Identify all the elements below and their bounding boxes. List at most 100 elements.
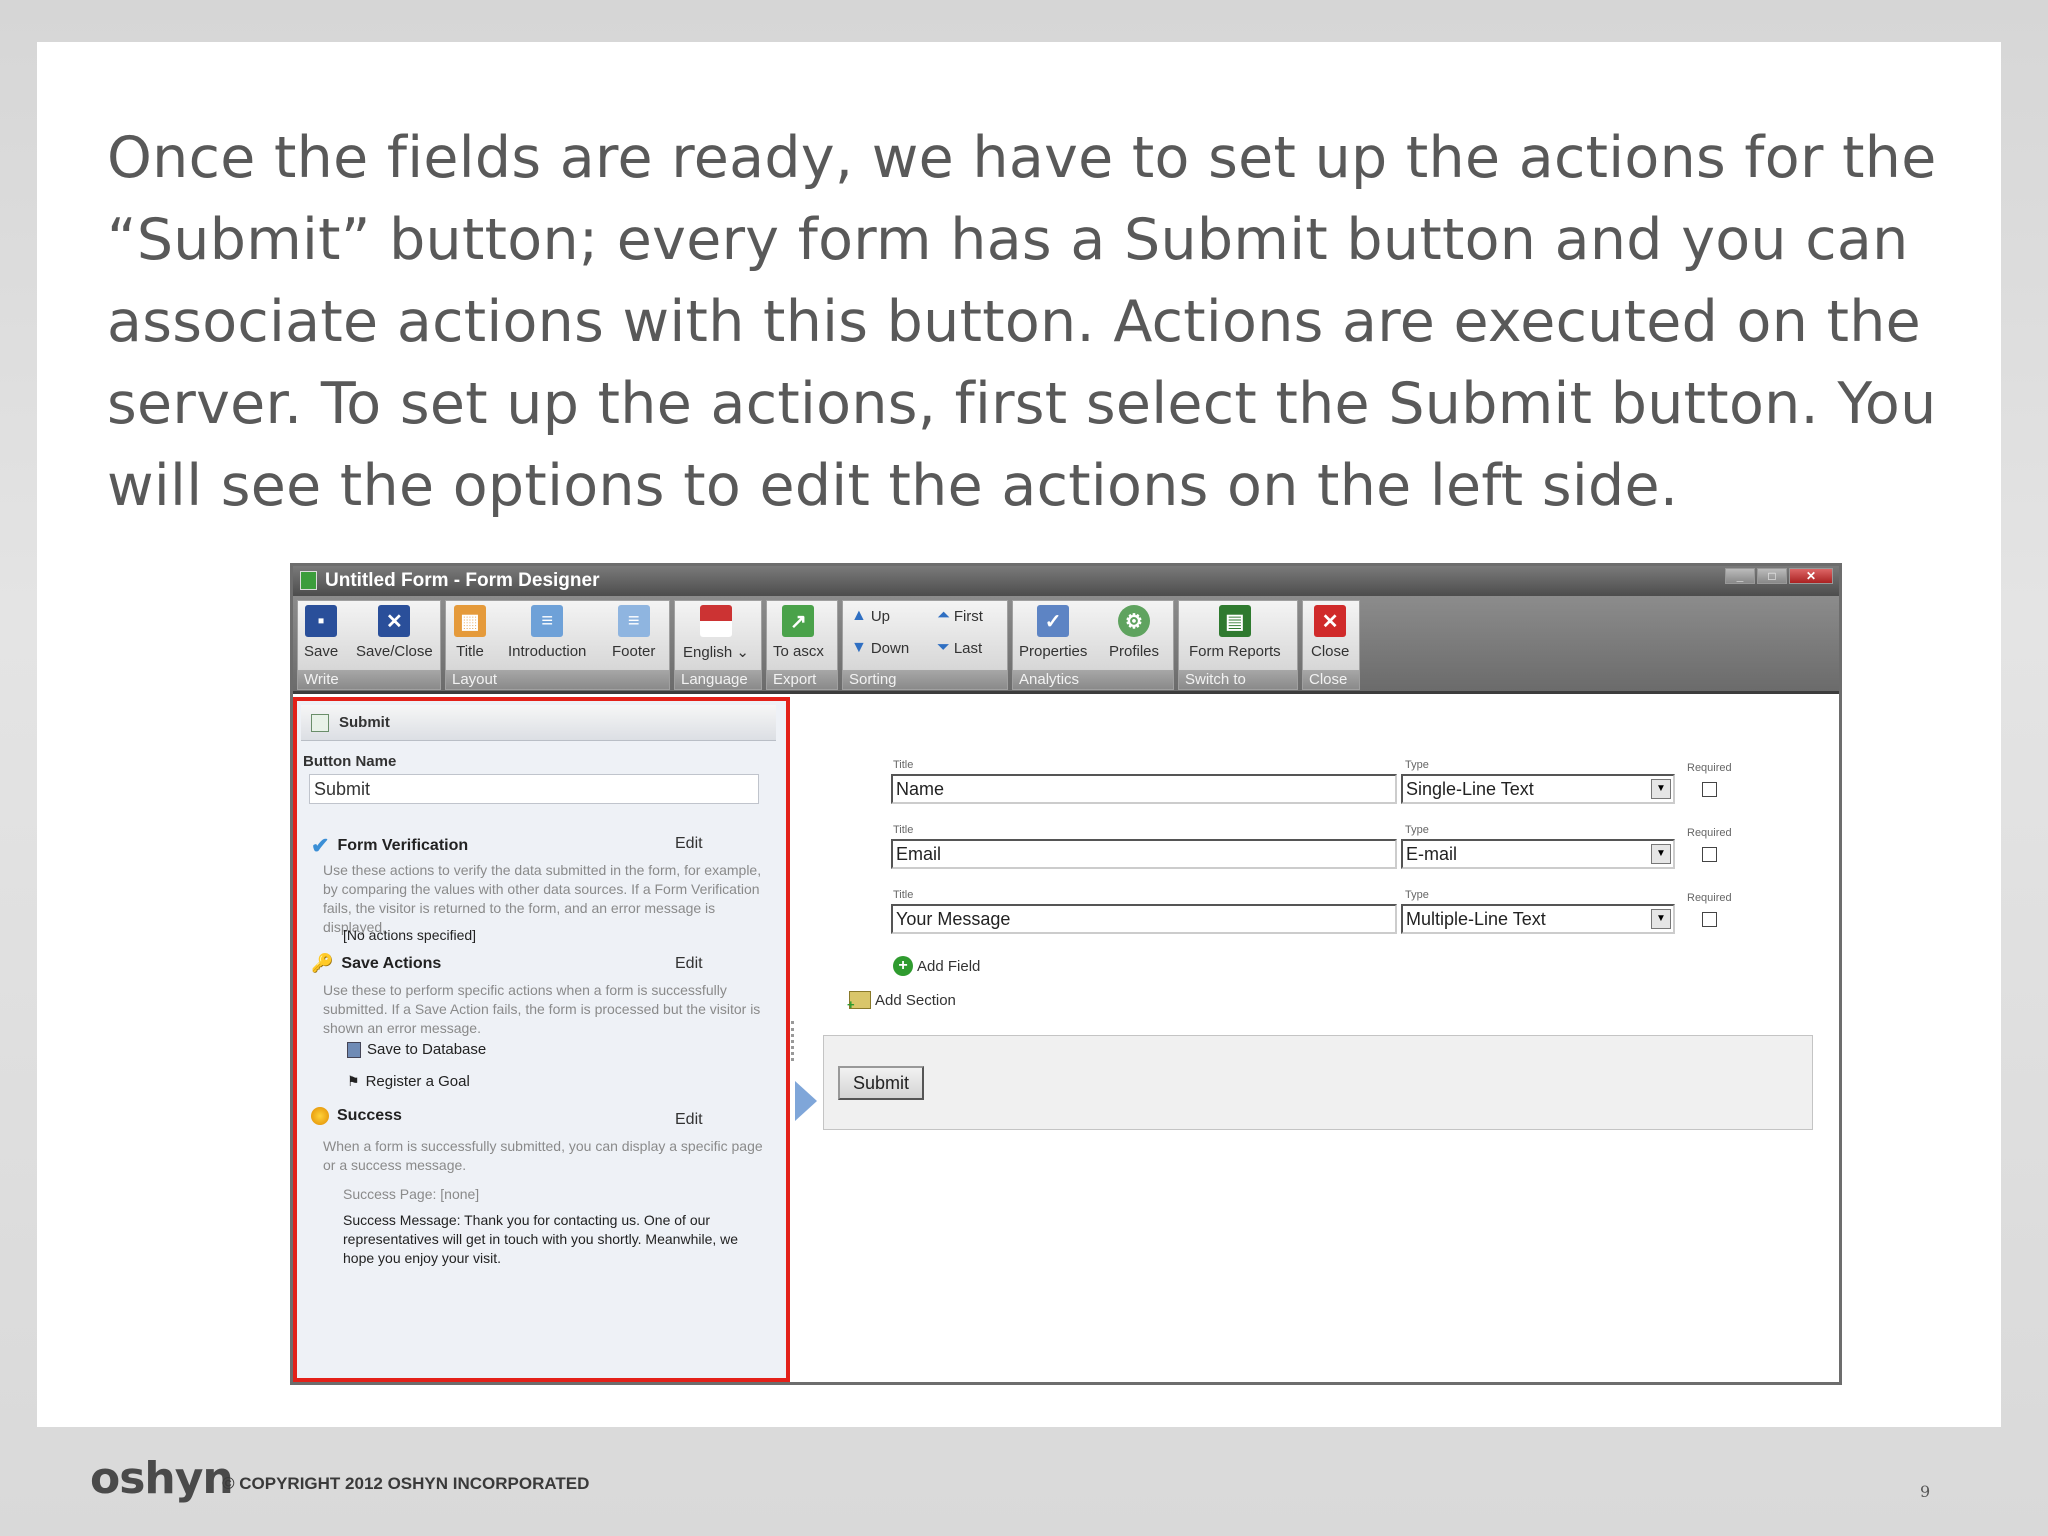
- submit-button[interactable]: Submit: [838, 1066, 924, 1100]
- export-icon: ↗: [782, 605, 815, 637]
- save-close-icon: ✕: [378, 605, 411, 637]
- arrow-up-icon: ▲: [851, 607, 867, 624]
- add-section-icon: [847, 991, 871, 1012]
- arrow-down-icon: ▼: [851, 639, 867, 656]
- footer-button[interactable]: ≡ Footer: [612, 605, 655, 660]
- save-actions-title: 🔑 Save Actions: [311, 953, 442, 973]
- close-window-button[interactable]: ✕: [1789, 568, 1833, 584]
- add-icon: +: [893, 956, 913, 976]
- button-name-input[interactable]: Submit: [309, 774, 759, 804]
- footer-icon: ≡: [617, 605, 650, 637]
- field-title-label: Title: [893, 889, 914, 901]
- field-type-select-name[interactable]: Single-Line Text ▼: [1401, 774, 1675, 804]
- add-field-link[interactable]: + Add Field: [893, 956, 980, 976]
- close-icon: ✕: [1314, 605, 1347, 637]
- chevron-down-icon: ▼: [1651, 779, 1671, 799]
- field-required-label: Required: [1687, 762, 1732, 774]
- submit-button-icon: [311, 714, 329, 732]
- sort-down-button[interactable]: ▼ Down: [851, 639, 909, 657]
- ribbon-group-write: ▪ Save ✕ Save/Close Write: [297, 600, 441, 690]
- required-checkbox-message[interactable]: [1702, 912, 1717, 927]
- field-type-select-email[interactable]: E-mail ▼: [1401, 839, 1675, 869]
- double-arrow-up-icon: ⏶: [937, 607, 950, 624]
- register-goal-action[interactable]: ⚑ Register a Goal: [347, 1073, 470, 1090]
- submit-section: Submit: [823, 1035, 1813, 1130]
- save-icon: ▪: [305, 605, 338, 637]
- copyright-text: © COPYRIGHT 2012 OSHYN INCORPORATED: [222, 1474, 590, 1493]
- group-label-analytics: Analytics: [1013, 670, 1173, 689]
- form-verification-description: Use these actions to verify the data sub…: [323, 862, 762, 935]
- title-button[interactable]: ▦ Title: [454, 605, 486, 660]
- field-type-label: Type: [1405, 889, 1429, 901]
- group-label-export: Export: [767, 670, 837, 689]
- success-page: Success Page: [none]: [343, 1186, 480, 1202]
- key-icon: 🔑: [311, 953, 334, 973]
- profiles-button[interactable]: ⚙ Profiles: [1109, 605, 1159, 660]
- sort-first-button[interactable]: ⏶ First: [937, 607, 983, 625]
- save-actions-edit-link[interactable]: Edit: [675, 955, 703, 973]
- field-title-label: Title: [893, 759, 914, 771]
- group-label-layout: Layout: [446, 670, 669, 689]
- maximize-button[interactable]: □: [1757, 568, 1787, 584]
- app-icon: [300, 571, 317, 590]
- required-checkbox-name[interactable]: [1702, 782, 1717, 797]
- title-icon: ▦: [454, 605, 486, 637]
- double-arrow-down-icon: ⏷: [937, 639, 950, 656]
- panel-splitter-handle[interactable]: [791, 1021, 797, 1061]
- form-reports-button[interactable]: ▤ Form Reports: [1189, 605, 1281, 660]
- success-title: Success: [311, 1107, 402, 1125]
- panel-header: Submit: [301, 705, 776, 741]
- field-type-select-message[interactable]: Multiple-Line Text ▼: [1401, 904, 1675, 934]
- save-actions-description: Use these to perform specific actions wh…: [323, 982, 761, 1036]
- minimize-button[interactable]: _: [1725, 568, 1755, 584]
- field-title-input-message[interactable]: Your Message: [891, 904, 1397, 934]
- success-description: When a form is successfully submitted, y…: [323, 1138, 763, 1173]
- field-required-label: Required: [1687, 892, 1732, 904]
- add-section-link[interactable]: Add Section: [847, 991, 956, 1012]
- field-type-label: Type: [1405, 824, 1429, 836]
- properties-button[interactable]: ✓ Properties: [1019, 605, 1087, 660]
- button-name-label: Button Name: [303, 753, 397, 770]
- form-designer-window: Untitled Form - Form Designer _ □ ✕ ▪ Sa…: [290, 563, 1842, 1385]
- introduction-icon: ≡: [531, 605, 564, 637]
- form-reports-icon: ▤: [1218, 605, 1251, 637]
- save-button[interactable]: ▪ Save: [304, 605, 338, 660]
- profiles-icon: ⚙: [1118, 605, 1151, 637]
- form-verification-title: ✔ Form Verification: [311, 833, 469, 858]
- selection-arrow-icon: [795, 1081, 817, 1121]
- checkmark-icon: ✔: [311, 833, 330, 858]
- field-type-label: Type: [1405, 759, 1429, 771]
- ribbon-group-switch: ▤ Form Reports Switch to: [1178, 600, 1298, 690]
- group-label-sorting: Sorting: [843, 670, 1007, 689]
- no-actions-note: [No actions specified]: [343, 927, 477, 943]
- success-message: Success Message: Thank you for contactin…: [343, 1212, 739, 1266]
- chevron-down-icon: ▼: [1651, 909, 1671, 929]
- field-title-input-name[interactable]: Name: [891, 774, 1397, 804]
- field-required-label: Required: [1687, 827, 1732, 839]
- to-ascx-button[interactable]: ↗ To ascx: [773, 605, 824, 660]
- group-label-language: Language: [675, 670, 761, 689]
- ribbon-toolbar: ▪ Save ✕ Save/Close Write ▦ Title ≡ Intr…: [293, 596, 1839, 694]
- properties-icon: ✓: [1037, 605, 1070, 637]
- group-label-switch: Switch to: [1179, 670, 1297, 689]
- database-icon: [347, 1041, 361, 1058]
- field-title-input-email[interactable]: Email: [891, 839, 1397, 869]
- ribbon-group-close: ✕ Close Close: [1302, 600, 1360, 690]
- form-verification-edit-link[interactable]: Edit: [675, 835, 703, 853]
- close-button[interactable]: ✕ Close: [1311, 605, 1349, 660]
- sort-last-button[interactable]: ⏷ Last: [937, 639, 982, 657]
- window-titlebar: Untitled Form - Form Designer _ □ ✕: [293, 566, 1839, 596]
- ribbon-group-language: English ⌄ Language: [674, 600, 762, 690]
- save-to-database-action[interactable]: Save to Database: [347, 1041, 486, 1058]
- field-title-label: Title: [893, 824, 914, 836]
- slide-body-text: Once the fields are ready, we have to se…: [107, 125, 1937, 519]
- success-edit-link[interactable]: Edit: [675, 1111, 703, 1129]
- required-checkbox-email[interactable]: [1702, 847, 1717, 862]
- sort-up-button[interactable]: ▲ Up: [851, 607, 890, 625]
- ribbon-group-export: ↗ To ascx Export: [766, 600, 838, 690]
- introduction-button[interactable]: ≡ Introduction: [508, 605, 586, 660]
- ribbon-group-analytics: ✓ Properties ⚙ Profiles Analytics: [1012, 600, 1174, 690]
- group-label-close: Close: [1303, 670, 1359, 689]
- language-button[interactable]: English ⌄: [683, 605, 749, 661]
- save-close-button[interactable]: ✕ Save/Close: [356, 605, 433, 660]
